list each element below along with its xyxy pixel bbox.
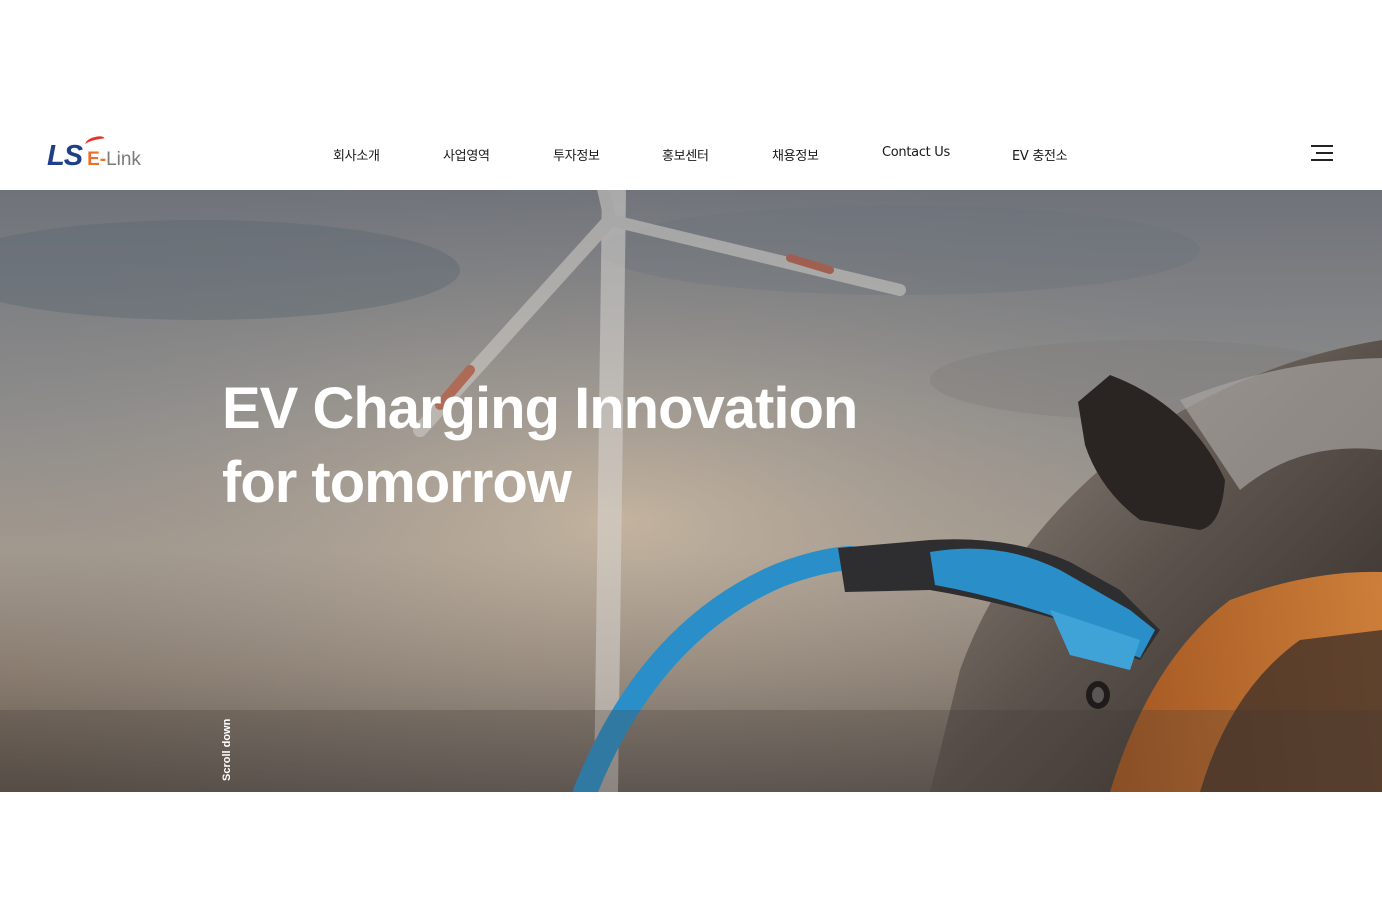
hero-banner: EV Charging Innovation for tomorrow Scro…	[0, 190, 1382, 792]
menu-line-middle	[1316, 152, 1333, 154]
page: LS E- Link 회사소개 사업영역 투자정보 홍보센터 채용정보 Cont…	[0, 0, 1382, 912]
nav-item-contact-us[interactable]: Contact Us	[882, 145, 950, 160]
menu-line-top	[1311, 145, 1333, 147]
nav-item-ev-charging-station[interactable]: EV 충전소	[1012, 145, 1068, 164]
main-nav: 회사소개 사업영역 투자정보 홍보센터 채용정보 Contact Us EV 충…	[0, 117, 1382, 190]
hamburger-menu-icon[interactable]	[1311, 145, 1333, 163]
nav-item-careers[interactable]: 채용정보	[772, 145, 819, 164]
scroll-down-button[interactable]: Scroll down	[219, 718, 235, 783]
site-header: LS E- Link 회사소개 사업영역 투자정보 홍보센터 채용정보 Cont…	[0, 117, 1382, 190]
menu-line-bottom	[1311, 159, 1333, 161]
nav-item-company[interactable]: 회사소개	[333, 145, 380, 164]
hero-title-line-1: EV Charging Innovation	[222, 376, 858, 441]
hero-title: EV Charging Innovation for tomorrow	[222, 372, 858, 520]
nav-item-pr-center[interactable]: 홍보센터	[662, 145, 709, 164]
nav-item-investment[interactable]: 투자정보	[553, 145, 600, 164]
hero-title-line-2: for tomorrow	[222, 450, 572, 515]
scroll-down-label: Scroll down	[221, 718, 233, 781]
nav-item-business[interactable]: 사업영역	[443, 145, 490, 164]
